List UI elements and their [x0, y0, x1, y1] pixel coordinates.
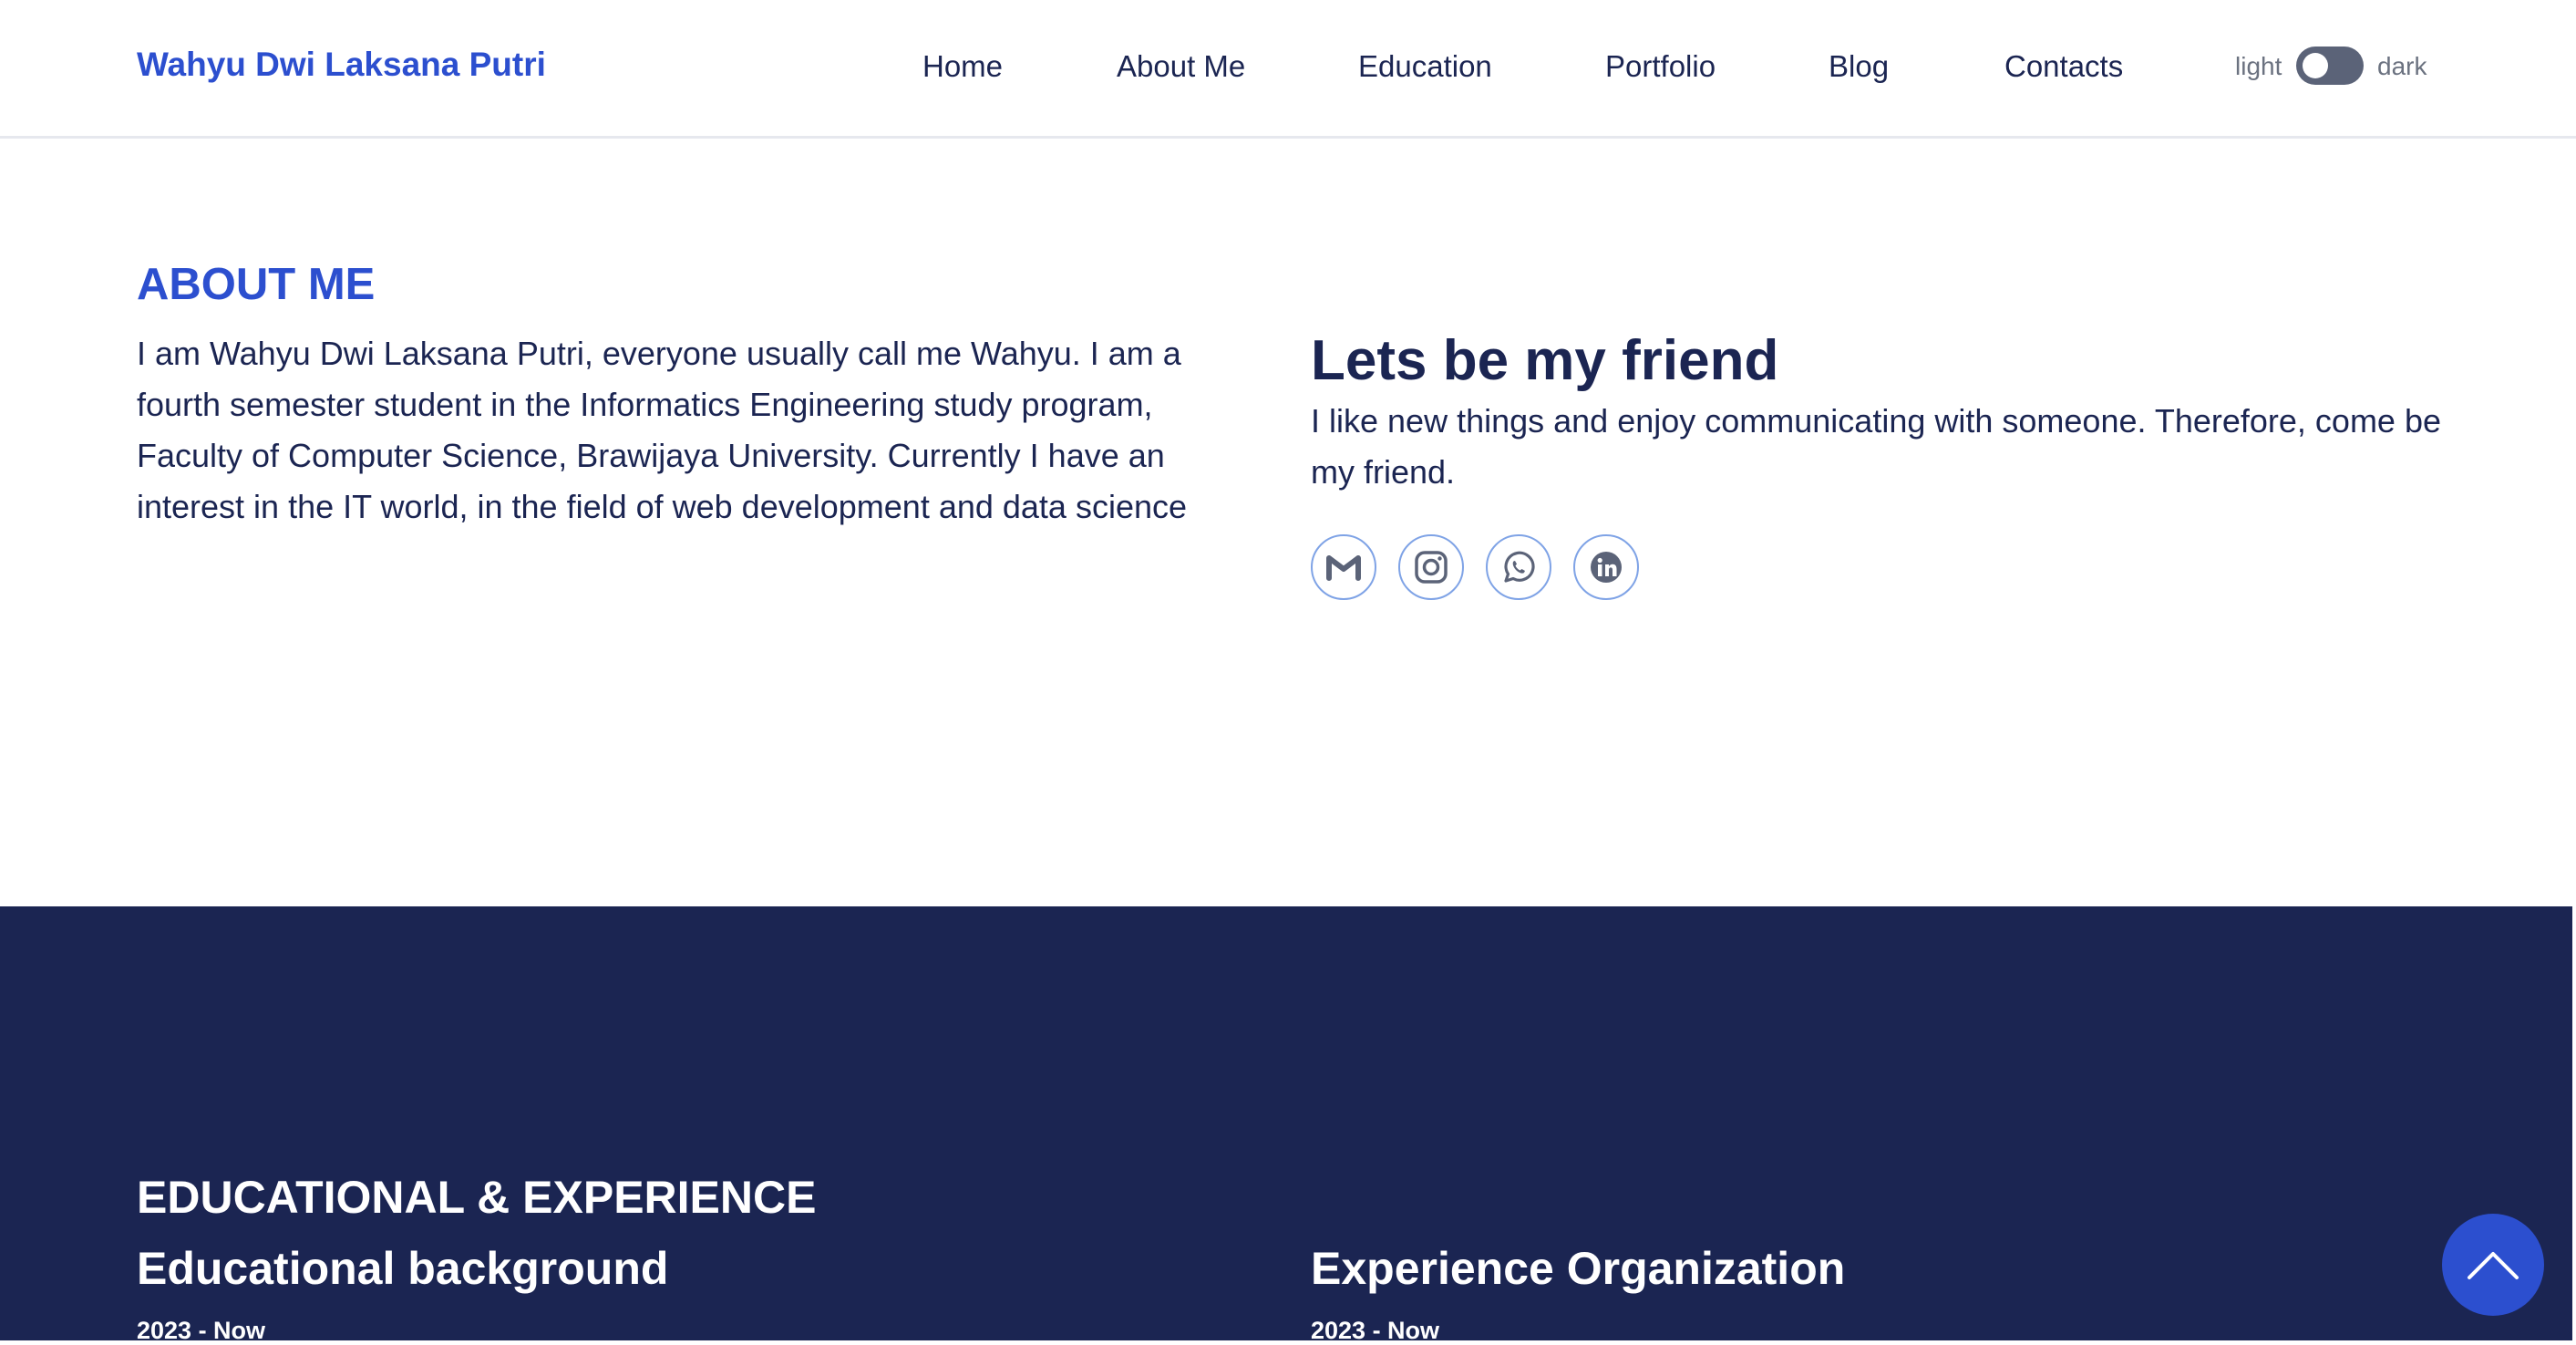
nav-blog[interactable]: Blog	[1829, 49, 1889, 84]
chevron-up-icon	[2468, 1252, 2519, 1279]
friend-title: Lets be my friend	[1311, 329, 1779, 392]
nav-home[interactable]: Home	[922, 49, 1003, 84]
theme-toggle[interactable]	[2296, 47, 2364, 85]
instagram-link[interactable]	[1398, 534, 1464, 600]
theme-toggle-knob	[2303, 53, 2328, 78]
site-header: Wahyu Dwi Laksana Putri Home About Me Ed…	[0, 0, 2576, 139]
educational-background-period: 2023 - Now	[137, 1317, 266, 1344]
experience-organization-title: Experience Organization	[1311, 1243, 1846, 1294]
education-title: EDUCATIONAL & EXPERIENCE	[137, 1172, 817, 1223]
nav-about-me[interactable]: About Me	[1117, 49, 1245, 84]
about-title: ABOUT ME	[137, 260, 376, 309]
about-text: I am Wahyu Dwi Laksana Putri, everyone u…	[137, 335, 1188, 525]
educational-background-title: Educational background	[137, 1243, 669, 1294]
gmail-link[interactable]	[1311, 534, 1376, 600]
scroll-to-top-button[interactable]	[2442, 1214, 2544, 1316]
theme-light-label: light	[2235, 52, 2282, 80]
gmail-icon	[1326, 555, 1361, 581]
nav-portfolio[interactable]: Portfolio	[1605, 49, 1716, 84]
nav-contacts[interactable]: Contacts	[2004, 49, 2123, 84]
linkedin-link[interactable]	[1573, 534, 1639, 600]
linkedin-icon	[1591, 552, 1622, 583]
friend-text: I like new things and enjoy communicatin…	[1311, 402, 2441, 491]
whatsapp-icon	[1504, 551, 1535, 583]
nav-education[interactable]: Education	[1358, 49, 1492, 84]
instagram-icon	[1415, 551, 1448, 584]
theme-dark-label: dark	[2377, 52, 2427, 80]
whatsapp-link[interactable]	[1486, 534, 1551, 600]
experience-organization-period: 2023 - Now	[1311, 1317, 1440, 1344]
brand-name[interactable]: Wahyu Dwi Laksana Putri	[137, 46, 546, 84]
